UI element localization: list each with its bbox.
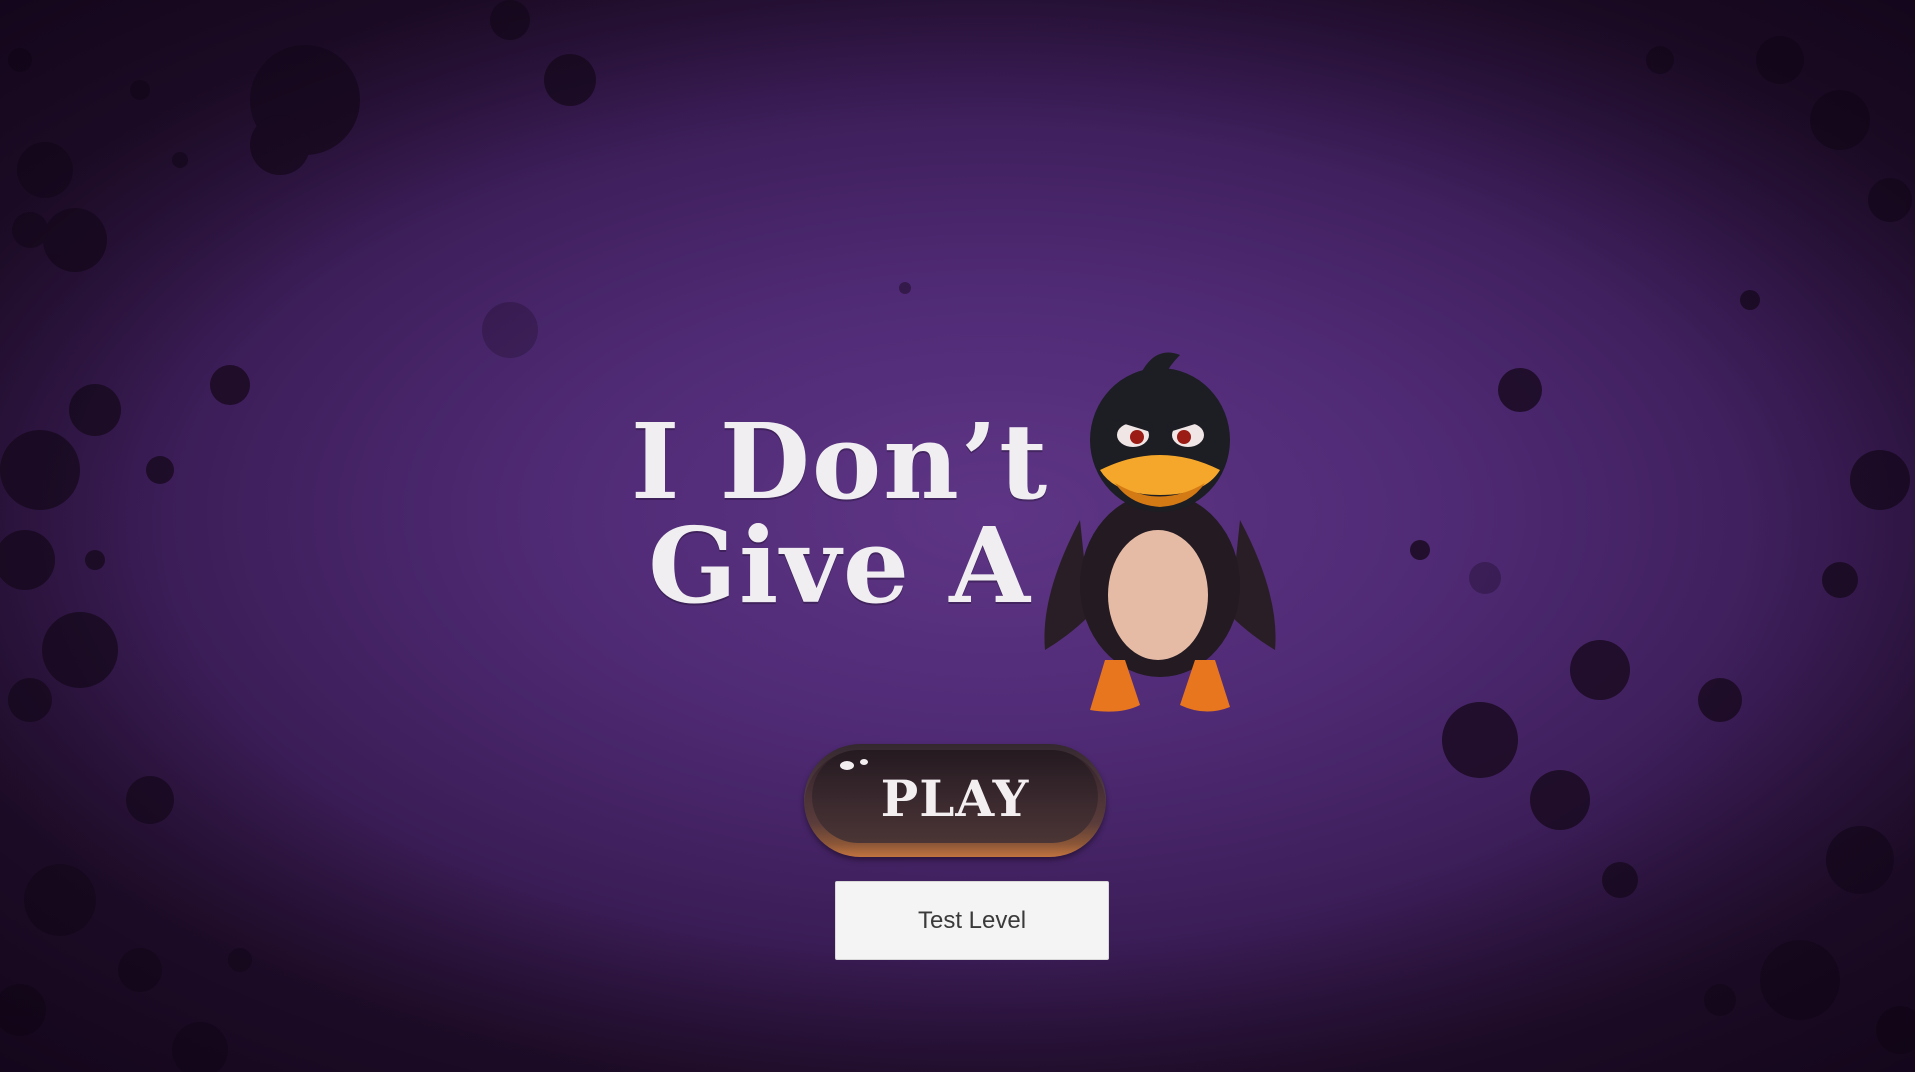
title-line-1: I Don’t (630, 400, 1050, 523)
button-highlight (840, 761, 854, 770)
play-button[interactable]: PLAY (804, 744, 1106, 857)
game-title: I Don’t Give A (630, 410, 1050, 618)
test-level-button[interactable]: Test Level (835, 881, 1109, 960)
main-menu-screen: I Don’t Give A PLAY Test Level (0, 0, 1915, 1072)
angry-duck-icon (1044, 352, 1276, 712)
play-button-label: PLAY (880, 769, 1030, 828)
button-highlight (860, 759, 868, 765)
test-level-button-label: Test Level (917, 906, 1027, 934)
title-line-2: Give A (648, 504, 1032, 627)
